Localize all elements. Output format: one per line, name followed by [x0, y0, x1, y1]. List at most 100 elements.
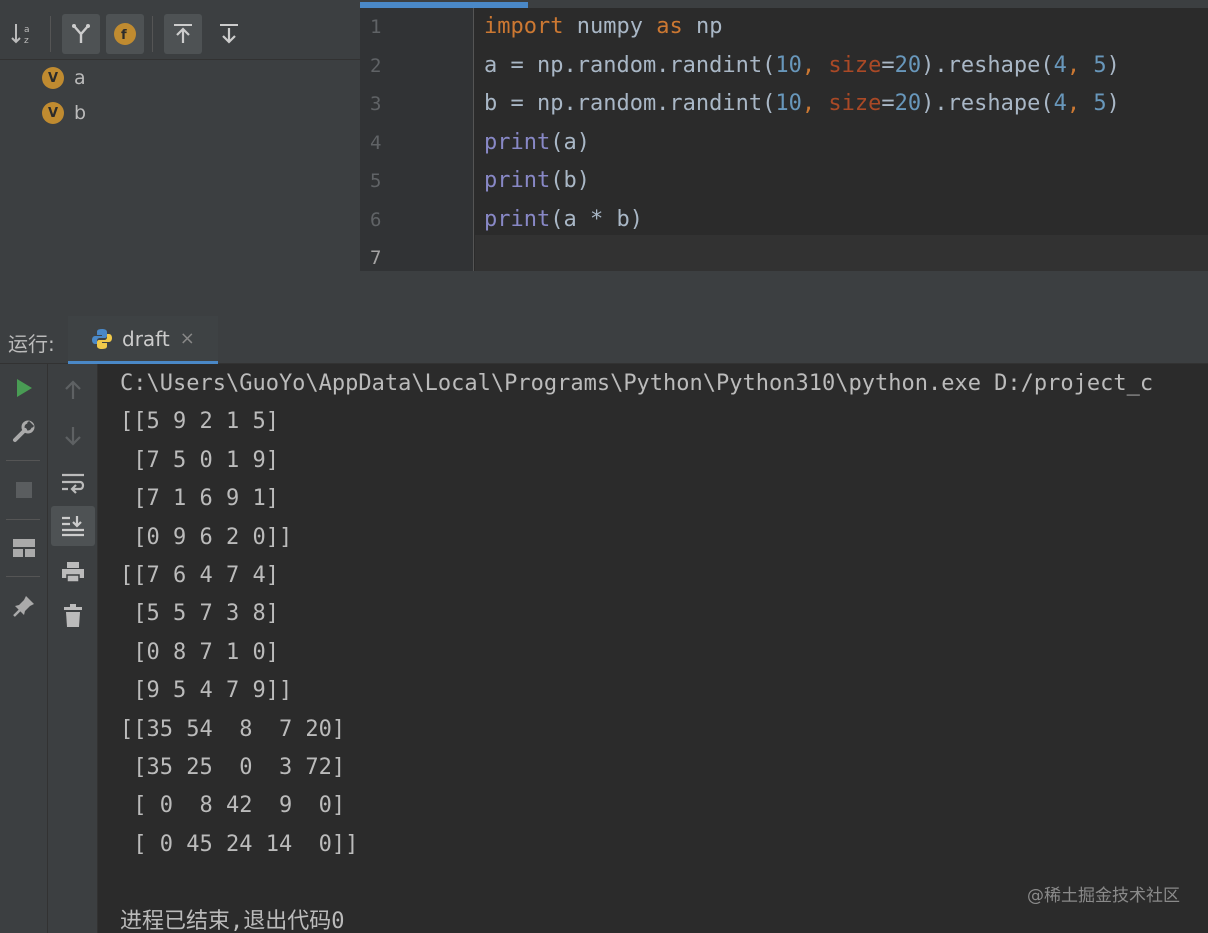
console-line: [7 1 6 9 1]: [120, 486, 279, 512]
pin-icon[interactable]: [0, 586, 48, 626]
toolbar-separator: [50, 16, 51, 52]
code-token: 10: [775, 91, 802, 116]
console-line: [5 5 7 3 8]: [120, 601, 279, 627]
code-token: b = np.random.randint(: [484, 91, 776, 116]
code-line: print(a): [484, 124, 590, 162]
code-token: 10: [775, 52, 802, 78]
code-token: as: [656, 14, 683, 39]
code-token: 4: [1053, 91, 1067, 116]
console-line: [0 9 6 2 0]]: [120, 524, 293, 550]
variable-icon: V: [42, 102, 64, 124]
code-token: ): [1106, 91, 1120, 116]
structure-item-label: b: [74, 102, 87, 124]
code-token: (a): [550, 129, 590, 155]
code-token: import: [484, 14, 564, 39]
show-inherited-icon[interactable]: [62, 14, 100, 54]
console-toolbar: [48, 364, 98, 933]
code-token: ,: [801, 91, 829, 116]
code-token: a = np.random.randint(: [484, 52, 776, 78]
code-token: size: [828, 91, 882, 116]
code-token: =: [881, 91, 895, 116]
up-arrow-icon[interactable]: [51, 370, 95, 410]
code-token: 5: [1093, 52, 1107, 78]
console-line: [[5 9 2 1 5]: [120, 409, 279, 435]
run-left-toolbar: [0, 364, 48, 933]
console-line: 进程已结束,退出代码0: [120, 908, 345, 933]
structure-toolbar: az f: [0, 0, 360, 60]
console-line: [[35 54 8 7 20]: [120, 716, 346, 742]
code-line: import numpy as np: [484, 8, 722, 46]
console-line: [9 5 4 7 9]]: [120, 678, 293, 704]
layout-icon[interactable]: [0, 528, 48, 568]
console-line: [0 8 7 1 0]: [120, 639, 279, 665]
line-number-gutter: 1234567: [360, 8, 474, 271]
svg-text:z: z: [24, 36, 29, 46]
run-icon[interactable]: [0, 368, 48, 408]
console-line: [ 0 45 24 14 0]]: [120, 831, 359, 857]
code-token: print: [484, 129, 551, 155]
toolbar-separator: [6, 519, 40, 520]
tab-draft[interactable]: draft ×: [68, 316, 218, 364]
code-line: b = np.random.randint(10, size=20).resha…: [484, 85, 1120, 123]
scroll-to-end-icon[interactable]: [51, 506, 95, 546]
run-tab-label: draft: [122, 326, 170, 351]
console-line: [7 5 0 1 9]: [120, 447, 279, 473]
code-token: 4: [1053, 52, 1067, 78]
stop-icon[interactable]: [0, 470, 48, 510]
console-line: [[7 6 4 7 4]: [120, 563, 279, 588]
code-token: (b): [550, 168, 590, 193]
code-token: (a * b): [550, 206, 643, 232]
wrench-icon[interactable]: [0, 412, 48, 452]
code-line: print(a * b): [484, 201, 643, 239]
code-token: ): [1106, 52, 1120, 78]
code-line: print(b): [484, 162, 590, 200]
code-token: print: [484, 168, 551, 193]
structure-item-b[interactable]: V b: [42, 100, 86, 126]
code-token: 20: [894, 52, 922, 78]
line-number: 1: [370, 16, 382, 38]
structure-item-label: a: [74, 67, 86, 89]
svg-text:a: a: [24, 25, 30, 35]
watermark-text: @稀土掘金技术社区: [1027, 886, 1180, 906]
toolbar-separator: [152, 16, 153, 52]
structure-item-a[interactable]: V a: [42, 65, 86, 91]
code-token: 20: [894, 91, 922, 116]
run-toolwindow-header: 运行: draft ×: [0, 316, 1208, 364]
variable-icon: V: [42, 67, 64, 89]
code-token: numpy: [563, 14, 657, 39]
code-token: ,: [801, 52, 829, 78]
toolbar-separator: [6, 576, 40, 577]
expand-all-icon[interactable]: [164, 14, 202, 54]
sort-alpha-icon[interactable]: az: [4, 14, 42, 54]
code-token: 5: [1093, 91, 1107, 116]
code-token: =: [881, 52, 895, 78]
code-token: ).reshape(: [921, 52, 1054, 78]
current-line-highlight: [475, 235, 1208, 271]
down-arrow-icon[interactable]: [51, 416, 95, 456]
soft-wrap-icon[interactable]: [51, 462, 95, 502]
code-line: a = np.random.randint(10, size=20).resha…: [484, 47, 1120, 85]
console-line: [ 0 8 42 9 0]: [120, 793, 346, 819]
print-icon[interactable]: [51, 552, 95, 592]
console-output[interactable]: C:\Users\GuoYo\AppData\Local\Programs\Py…: [98, 364, 1208, 933]
svg-text:f: f: [121, 28, 127, 43]
code-token: ,: [1066, 91, 1094, 116]
show-fields-icon[interactable]: f: [106, 14, 144, 54]
console-line: [35 25 0 3 72]: [120, 755, 346, 780]
line-number: 4: [370, 131, 382, 154]
code-editor[interactable]: 1234567 import numpy as np a = np.random.…: [360, 0, 1208, 316]
code-token: ,: [1066, 52, 1094, 78]
collapse-all-icon[interactable]: [210, 14, 248, 54]
line-number: 6: [370, 208, 382, 231]
code-token: np: [682, 14, 723, 39]
code-token: size: [828, 52, 882, 78]
close-icon[interactable]: ×: [180, 328, 195, 349]
line-number: 3: [370, 93, 382, 115]
console-line: C:\Users\GuoYo\AppData\Local\Programs\Py…: [120, 371, 1154, 396]
trash-icon[interactable]: [51, 596, 95, 636]
editor-bottom-area: [360, 271, 1208, 316]
python-icon: [92, 328, 112, 349]
structure-panel: az f V a V b: [0, 0, 360, 316]
code-token: print: [484, 206, 551, 232]
run-label: 运行:: [8, 332, 55, 356]
